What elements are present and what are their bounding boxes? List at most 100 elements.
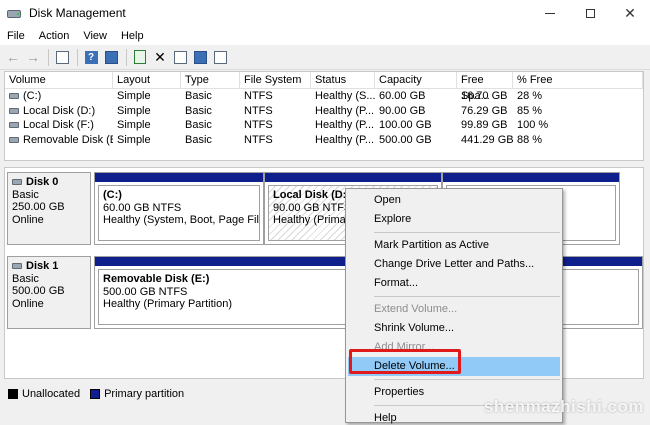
table-row[interactable]: (C:) Simple Basic NTFS Healthy (S... 60.… (5, 89, 643, 104)
close-button[interactable]: ✕ (610, 0, 650, 26)
primary-partition-swatch (90, 389, 101, 399)
primary-partition-bar (443, 173, 619, 182)
table-row[interactable]: Local Disk (D:) Simple Basic NTFS Health… (5, 104, 643, 119)
menu-item-mark-active[interactable]: Mark Partition as Active (346, 236, 562, 255)
menu-item-format[interactable]: Format... (346, 274, 562, 293)
unallocated-swatch (8, 389, 18, 399)
table-row[interactable]: Removable Disk (E:) Simple Basic NTFS He… (5, 133, 643, 148)
volume-name: Local Disk (D:) (23, 104, 96, 117)
menu-file[interactable]: File (0, 30, 32, 42)
back-button[interactable]: ← (4, 48, 22, 66)
console-tree-button[interactable] (53, 48, 71, 66)
volume-name: Removable Disk (E:) (23, 133, 113, 146)
column-header-layout[interactable]: Layout (113, 72, 181, 88)
volume-file-system: NTFS (244, 90, 273, 102)
volume-percent-free: 88 % (517, 133, 543, 146)
disk-label[interactable]: Disk 1 Basic 500.00 GB Online (7, 256, 91, 329)
disk-size: 250.00 GB (12, 201, 65, 213)
menu-separator (374, 379, 560, 380)
refresh-icon (134, 50, 146, 64)
toolbar-separator (48, 48, 49, 66)
toolbar-separator (126, 48, 127, 66)
column-header-volume[interactable]: Volume (5, 72, 113, 88)
partition-status: Healthy (System, Boot, Page File, Ac (103, 214, 259, 226)
properties-icon (104, 50, 118, 64)
volume-status: Healthy (P... (315, 104, 375, 117)
watermark: shenmazhishi.com (483, 397, 644, 416)
disk-type: Basic (12, 272, 39, 285)
volume-name: Local Disk (F:) (23, 119, 94, 131)
volume-type: Basic (185, 104, 212, 117)
volume-percent-free: 85 % (517, 104, 543, 117)
menu-item-change-drive-letter[interactable]: Change Drive Letter and Paths... (346, 255, 562, 274)
volume-layout: Simple (117, 90, 151, 102)
volume-icon (9, 136, 19, 143)
partition-c[interactable]: (C:) 60.00 GB NTFS Healthy (System, Boot… (94, 172, 264, 245)
column-header-status[interactable]: Status (311, 72, 375, 88)
help-button[interactable]: ? (82, 48, 100, 66)
volume-list-header: Volume Layout Type File System Status Ca… (5, 72, 643, 102)
legend-unallocated: Unallocated (22, 388, 81, 400)
menu-item-shrink-volume[interactable]: Shrink Volume... (346, 319, 562, 338)
partition-name: (C:) (103, 189, 122, 201)
toolbar-separator (77, 48, 78, 66)
minimize-button[interactable] (530, 0, 570, 26)
volume-capacity: 500.00 GB (379, 133, 432, 146)
menu-item-extend-volume: Extend Volume... (374, 303, 458, 315)
maximize-button[interactable] (570, 0, 610, 26)
menu-item-explore[interactable]: Explore (346, 210, 562, 229)
column-header-type[interactable]: Type (181, 72, 240, 88)
volume-capacity: 90.00 GB (379, 104, 426, 117)
disk-label[interactable]: Disk 0 Basic 250.00 GB Online (7, 172, 91, 245)
delete-button[interactable]: ✕ (151, 48, 169, 66)
rescan-icon (173, 50, 187, 64)
volume-icon (9, 107, 19, 114)
help-icon: ? (84, 50, 98, 64)
context-menu: Open Explore Mark Partition as Active Ch… (345, 188, 563, 424)
window-title: Disk Management (29, 6, 126, 20)
search-button[interactable] (191, 48, 209, 66)
partition-size: 60.00 GB NTFS (103, 201, 182, 214)
menu-view[interactable]: View (76, 30, 114, 42)
volume-name: (C:) (23, 90, 42, 102)
refresh-button[interactable] (131, 48, 149, 66)
callout-highlight-box (349, 349, 461, 374)
export-button[interactable] (211, 48, 229, 66)
volume-type: Basic (185, 119, 212, 131)
title-bar: Disk Management ✕ (0, 0, 650, 26)
volume-capacity: 60.00 GB (379, 90, 426, 102)
column-header-percent-free[interactable]: % Free (513, 72, 643, 88)
volume-type: Basic (185, 133, 212, 146)
column-header-capacity[interactable]: Capacity (375, 72, 457, 88)
properties-button[interactable] (102, 48, 120, 66)
volume-layout: Simple (117, 133, 151, 146)
disk-management-icon (6, 5, 22, 21)
column-header-free-space[interactable]: Free Spa... (457, 72, 513, 102)
volume-percent-free: 100 % (517, 119, 549, 131)
forward-button[interactable]: → (24, 48, 42, 66)
volume-status: Healthy (P... (315, 133, 375, 146)
volume-icon (9, 93, 19, 100)
menu-help[interactable]: Help (114, 30, 151, 42)
menu-item-open[interactable]: Open (346, 191, 562, 210)
maximize-icon (585, 8, 595, 18)
volume-free-space: 441.29 GB (461, 133, 513, 146)
volume-status: Healthy (S... (315, 90, 375, 102)
menu-separator (374, 232, 560, 233)
volume-percent-free: 28 % (517, 90, 543, 102)
disk-status: Online (12, 297, 44, 310)
volume-capacity: 100.00 GB (379, 119, 432, 131)
disk-icon (12, 179, 22, 186)
show-hide-console-tree-icon (55, 50, 69, 64)
menu-action[interactable]: Action (32, 30, 77, 42)
forward-arrow-icon: → (26, 49, 40, 65)
disk-name: Disk 1 (26, 260, 59, 272)
volume-icon (9, 122, 19, 129)
disk-name: Disk 0 (26, 176, 59, 188)
menu-separator (374, 296, 560, 297)
volume-layout: Simple (117, 119, 151, 131)
table-row[interactable]: Local Disk (F:) Simple Basic NTFS Health… (5, 118, 643, 133)
column-header-file-system[interactable]: File System (240, 72, 311, 88)
rescan-button[interactable] (171, 48, 189, 66)
volume-free-space: 99.89 GB (461, 119, 508, 131)
